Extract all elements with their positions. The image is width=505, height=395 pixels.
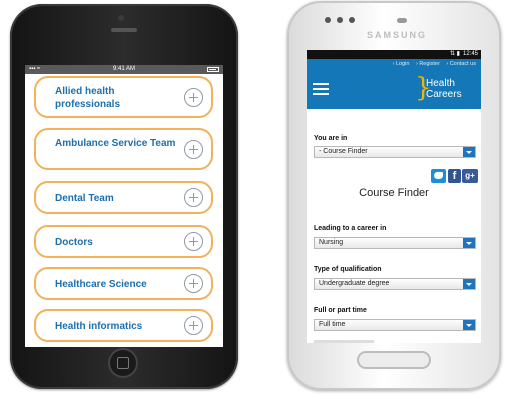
facebook-icon[interactable]: f xyxy=(448,169,461,183)
sensor-dot xyxy=(325,17,331,23)
samsung-screen: ⇅ ▮ 12:45 › Login › Register › Contact us… xyxy=(307,50,481,343)
front-camera xyxy=(118,15,124,21)
login-link[interactable]: › Login xyxy=(393,61,410,67)
hamburger-menu-icon[interactable] xyxy=(313,83,329,96)
samsung-home-button[interactable] xyxy=(357,351,431,369)
study-mode-label: Full or part time xyxy=(314,307,367,314)
career-select[interactable]: Nursing xyxy=(314,237,476,249)
qualification-select[interactable]: Undergraduate degree xyxy=(314,278,476,290)
chevron-down-icon xyxy=(463,238,475,248)
list-item-label: Doctors xyxy=(55,237,93,248)
you-are-in-label: You are in xyxy=(314,135,348,142)
you-are-in-select[interactable]: - Course Finder xyxy=(314,146,476,158)
select-value: Full time xyxy=(319,321,346,328)
expand-plus-icon[interactable] xyxy=(184,88,203,107)
list-item-allied-health[interactable]: Allied health professionals xyxy=(34,76,213,118)
device-brand: SAMSUNG xyxy=(366,30,427,40)
earpiece-speaker xyxy=(111,28,137,32)
sensor-dot xyxy=(337,17,343,23)
contact-link[interactable]: › Contact us xyxy=(446,61,476,67)
list-item-ambulance[interactable]: Ambulance Service Team xyxy=(34,128,213,170)
google-plus-icon[interactable]: g+ xyxy=(462,169,478,183)
site-logo[interactable]: Health Careers xyxy=(426,78,462,100)
select-value: - Course Finder xyxy=(319,148,368,155)
list-item-doctors[interactable]: Doctors xyxy=(34,225,213,258)
expand-plus-icon[interactable] xyxy=(184,316,203,335)
qualification-label: Type of qualification xyxy=(314,266,382,273)
list-item-label: Ambulance Service Team xyxy=(55,138,176,149)
sensor-dot xyxy=(349,17,355,23)
signal-battery-icon: ⇅ ▮ xyxy=(449,51,460,57)
android-status-bar: ⇅ ▮ 12:45 xyxy=(307,50,481,59)
study-mode-select[interactable]: Full time xyxy=(314,319,476,331)
page-title: Course Finder xyxy=(359,187,429,199)
logo-line-2: Careers xyxy=(426,89,462,100)
expand-plus-icon[interactable] xyxy=(184,232,203,251)
site-header: › Login › Register › Contact us } Health… xyxy=(307,59,481,109)
iphone-device: ▪▪▪ ≈ 9:41 AM Allied health professional… xyxy=(10,4,238,389)
earpiece-speaker xyxy=(397,18,407,23)
iphone-status-bar: ▪▪▪ ≈ 9:41 AM xyxy=(25,65,223,74)
register-link[interactable]: › Register xyxy=(416,61,440,67)
header-top-links: › Login › Register › Contact us xyxy=(307,61,481,67)
twitter-icon[interactable] xyxy=(431,169,446,183)
samsung-device: SAMSUNG ⇅ ▮ 12:45 › Login › Register › Co… xyxy=(287,1,501,390)
list-item-label: Healthcare Science xyxy=(55,279,147,290)
iphone-home-button[interactable] xyxy=(108,348,138,378)
expand-plus-icon[interactable] xyxy=(184,140,203,159)
career-label: Leading to a career in xyxy=(314,225,387,232)
chevron-down-icon xyxy=(463,320,475,330)
next-field-peek xyxy=(314,340,374,343)
battery-icon xyxy=(207,67,219,72)
select-value: Nursing xyxy=(319,239,344,246)
list-item-healthcare-science[interactable]: Healthcare Science xyxy=(34,267,213,300)
list-item-label: Health informatics xyxy=(55,321,143,332)
iphone-screen: ▪▪▪ ≈ 9:41 AM Allied health professional… xyxy=(25,65,223,347)
list-item-health-informatics[interactable]: Health informatics xyxy=(34,309,213,342)
list-item-label: Dental Team xyxy=(55,193,114,204)
status-time: 9:41 AM xyxy=(112,66,135,72)
logo-line-1: Health xyxy=(426,78,455,89)
list-item-dental[interactable]: Dental Team xyxy=(34,181,213,214)
select-value: Undergraduate degree xyxy=(319,280,390,287)
expand-plus-icon[interactable] xyxy=(184,188,203,207)
expand-plus-icon[interactable] xyxy=(184,274,203,293)
list-item-label: Allied health professionals xyxy=(55,86,121,110)
chevron-down-icon xyxy=(463,147,475,157)
chevron-down-icon xyxy=(463,279,475,289)
status-time: 12:45 xyxy=(462,51,478,57)
